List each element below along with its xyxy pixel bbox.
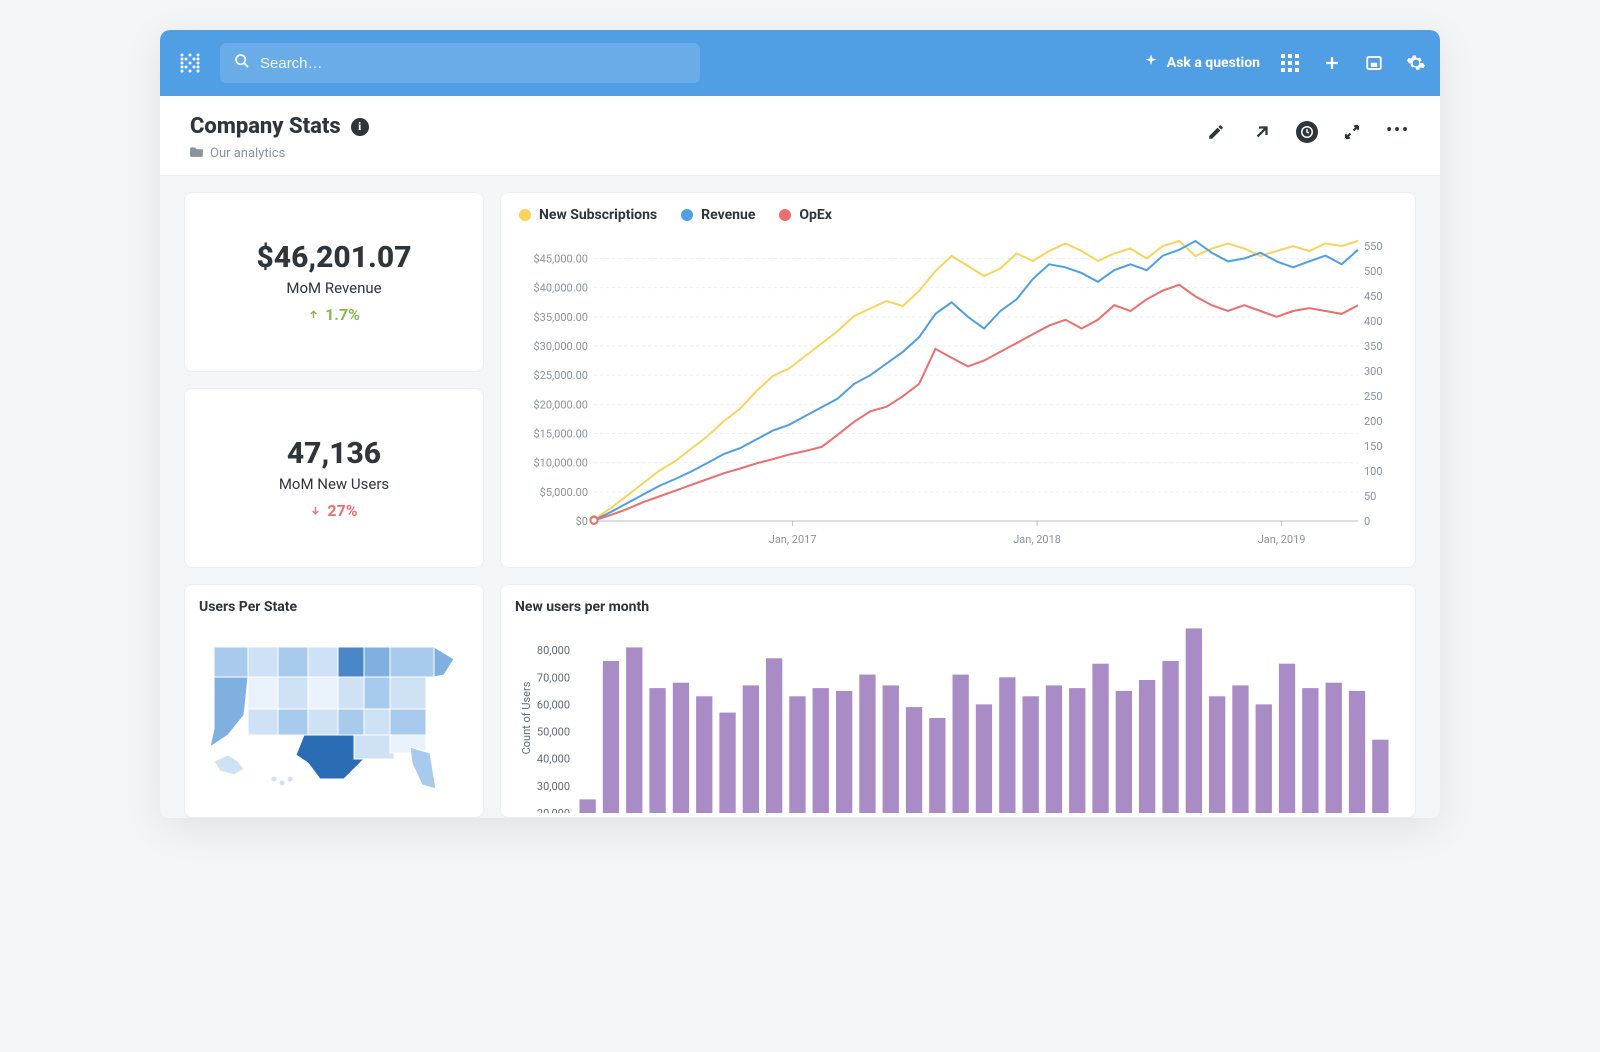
arrow-up-icon [308,305,319,324]
clock-history-icon[interactable] [1296,121,1318,143]
legend-item-opex[interactable]: OpEx [779,207,832,223]
kpi-revenue-delta-value: 1.7% [325,305,360,324]
svg-text:150: 150 [1364,440,1383,453]
top-bar-actions: Ask a question [1143,51,1428,75]
app-window: Ask a question Company S [160,30,1440,818]
kpi-users-delta-value: 27% [327,501,357,520]
kpi-users-value: 47,136 [287,436,381,471]
line-chart-svg: $0 $5,000.00 $10,000.00 $15,000.00 $20,000.0… [507,231,1409,551]
bar-chart-svg: Count of Users 20,000 30,000 40,000 50,000 60… [515,623,1401,813]
legend-dot-icon [519,209,531,221]
ask-question-label: Ask a question [1167,55,1260,71]
legend-dot-icon [681,209,693,221]
page-header: Company Stats i Our analytics [160,96,1440,176]
legend-label: Revenue [701,207,755,223]
svg-text:200: 200 [1364,415,1383,428]
kpi-revenue-delta: 1.7% [308,305,360,324]
kpi-users-label: MoM New Users [279,475,389,493]
us-map-icon [204,629,464,799]
search-input[interactable] [260,55,686,72]
svg-text:20,000: 20,000 [537,807,570,813]
search-box[interactable] [220,43,700,83]
top-bar: Ask a question [160,30,1440,96]
svg-text:0: 0 [1364,515,1370,528]
app-logo-icon[interactable] [172,45,208,81]
kpi-users-delta: 27% [310,501,357,520]
svg-text:100: 100 [1364,465,1383,478]
svg-text:250: 250 [1364,390,1383,403]
arrow-down-icon [310,501,321,520]
svg-text:50: 50 [1364,490,1376,503]
svg-text:80,000: 80,000 [537,644,570,657]
svg-text:450: 450 [1364,290,1383,303]
svg-text:500: 500 [1364,265,1383,278]
add-icon[interactable] [1320,51,1344,75]
breadcrumb-label: Our analytics [210,146,285,161]
svg-text:$15,000.00: $15,000.00 [533,428,588,441]
svg-text:400: 400 [1364,315,1383,328]
svg-text:30,000: 30,000 [537,780,570,793]
svg-text:60,000: 60,000 [537,698,570,711]
svg-text:40,000: 40,000 [537,753,570,766]
bar-card-title: New users per month [515,599,1401,615]
svg-text:350: 350 [1364,340,1383,353]
dashboard-grid: $46,201.07 MoM Revenue 1.7% 47,136 MoM N… [160,176,1440,818]
kpi-revenue-value: $46,201.07 [256,240,411,275]
archive-icon[interactable] [1362,51,1386,75]
new-users-bar-card[interactable]: New users per month Count of Users 20,000… [500,584,1416,818]
svg-text:$10,000.00: $10,000.00 [533,457,588,470]
svg-text:$40,000.00: $40,000.00 [533,282,588,295]
apps-grid-icon[interactable] [1278,51,1302,75]
svg-text:Jan, 2018: Jan, 2018 [1013,533,1061,546]
legend-dot-icon [779,209,791,221]
settings-gear-icon[interactable] [1404,51,1428,75]
kpi-revenue-label: MoM Revenue [286,279,381,297]
svg-text:Count of Users: Count of Users [520,681,533,754]
breadcrumb[interactable]: Our analytics [190,145,1204,161]
more-menu-icon[interactable]: ••• [1386,118,1410,142]
growth-line-chart-card[interactable]: New Subscriptions Revenue OpEx $0 $5,000.… [500,192,1416,568]
legend-item-subscriptions[interactable]: New Subscriptions [519,207,657,223]
folder-icon [190,145,204,161]
edit-pencil-icon[interactable] [1204,120,1228,144]
page-header-actions: ••• [1204,114,1410,144]
info-icon[interactable]: i [351,118,369,136]
svg-text:70,000: 70,000 [537,671,570,684]
svg-text:300: 300 [1364,365,1383,378]
svg-text:$30,000.00: $30,000.00 [533,340,588,353]
map-card-title: Users Per State [199,599,469,615]
svg-text:$0: $0 [576,515,588,528]
ask-question-button[interactable]: Ask a question [1143,53,1260,73]
svg-text:$5,000.00: $5,000.00 [540,486,588,499]
search-icon [234,53,250,73]
svg-text:$35,000.00: $35,000.00 [533,311,588,324]
svg-text:$25,000.00: $25,000.00 [533,369,588,382]
svg-text:550: 550 [1364,240,1383,253]
sparkle-icon [1143,53,1159,73]
legend-item-revenue[interactable]: Revenue [681,207,755,223]
svg-text:Jan, 2017: Jan, 2017 [769,533,817,546]
legend-label: OpEx [799,207,832,223]
users-per-state-card[interactable]: Users Per State [184,584,484,818]
svg-text:$20,000.00: $20,000.00 [533,398,588,411]
kpi-revenue-card[interactable]: $46,201.07 MoM Revenue 1.7% [184,192,484,372]
kpi-users-card[interactable]: 47,136 MoM New Users 27% [184,388,484,568]
fullscreen-icon[interactable] [1340,120,1364,144]
svg-text:Jan, 2019: Jan, 2019 [1258,533,1306,546]
svg-text:50,000: 50,000 [537,726,570,739]
line-chart-legend: New Subscriptions Revenue OpEx [507,205,1409,231]
page-title: Company Stats [190,114,341,139]
legend-label: New Subscriptions [539,207,657,223]
svg-text:$45,000.00: $45,000.00 [533,253,588,266]
share-arrow-icon[interactable] [1250,120,1274,144]
